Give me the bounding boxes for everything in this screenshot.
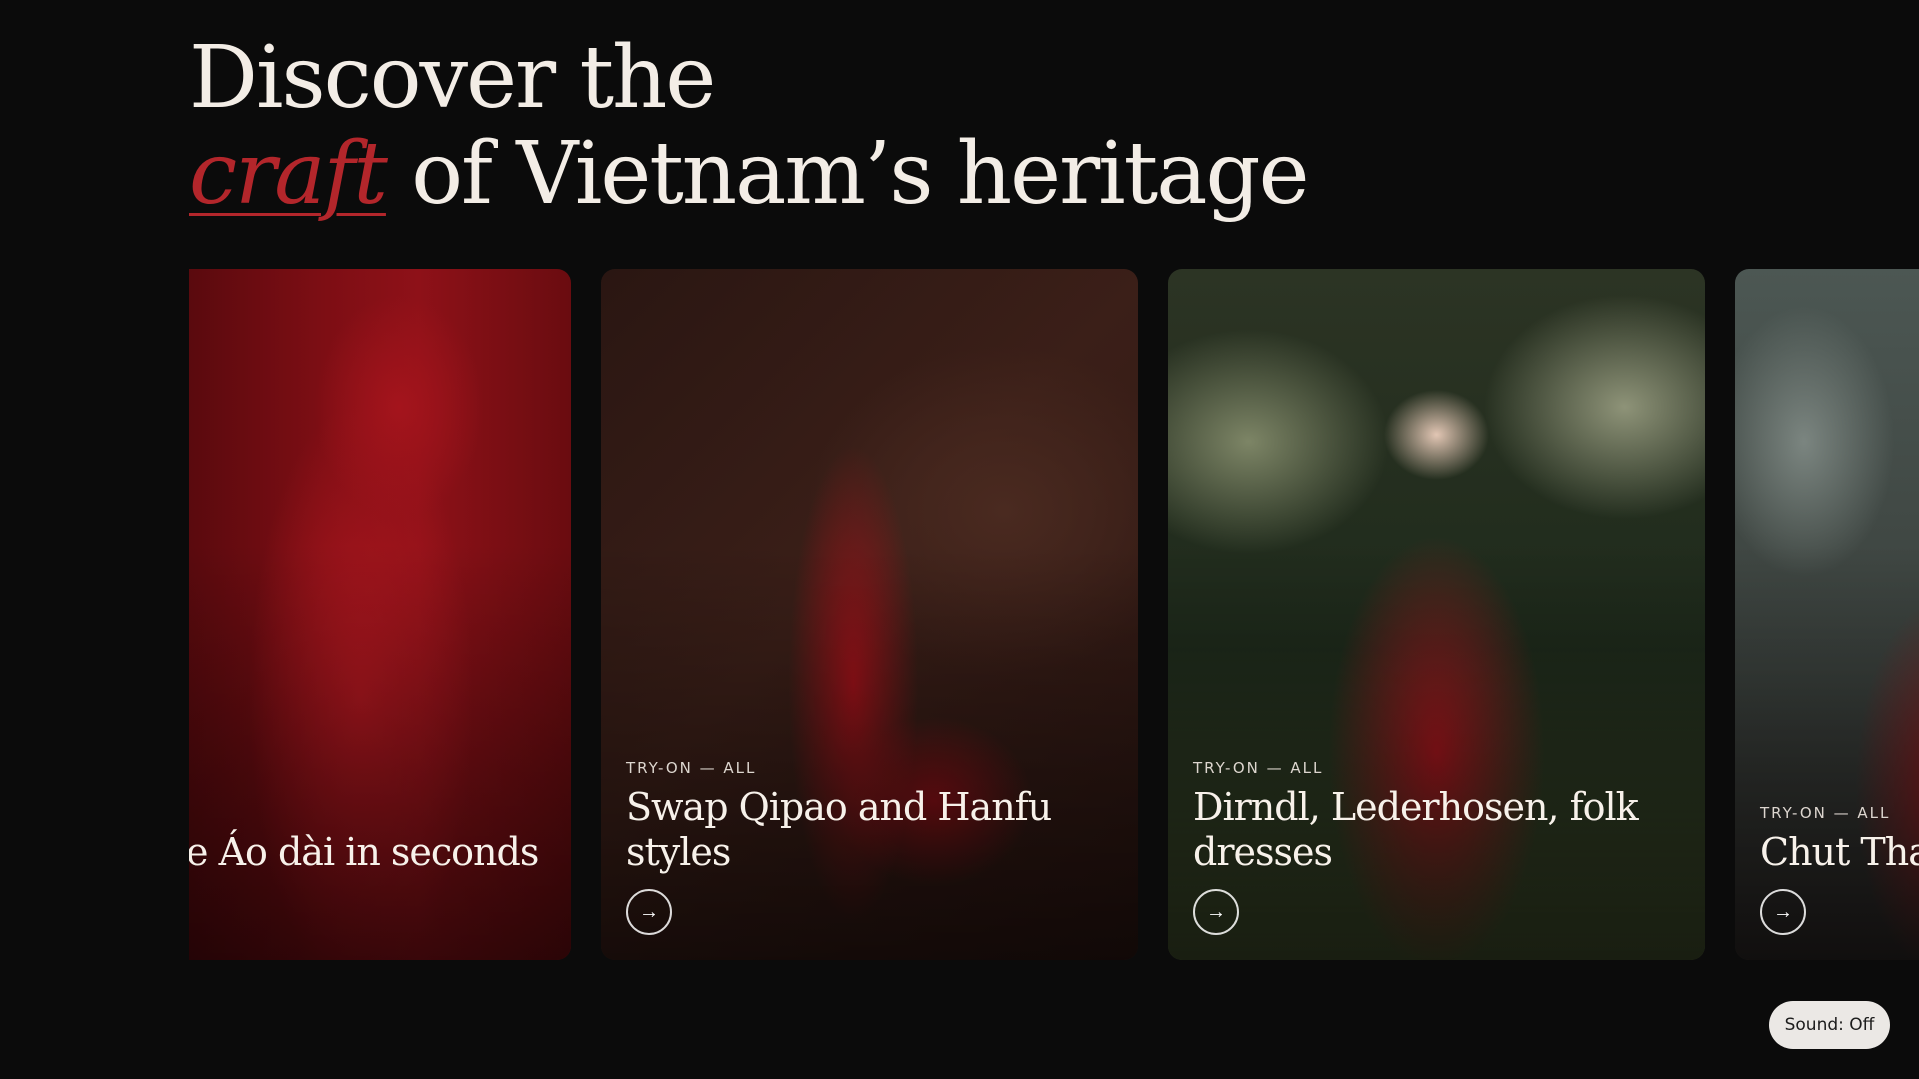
arrow-right-icon[interactable]: → [626, 889, 672, 935]
card-eyebrow: TRY-ON — ALL [626, 759, 757, 777]
headline-accent-word: craft [189, 124, 388, 224]
tryon-card-ao-dai[interactable]: e Áo dài in seconds → [189, 269, 571, 960]
card-meta: e Áo dài in seconds → [189, 830, 551, 935]
card-eyebrow: TRY-ON — ALL [1193, 759, 1324, 777]
headline-line-2: craft of Vietnam’s heritage [189, 124, 1309, 224]
tryon-card-chut-thai[interactable]: TRY-ON — ALL Chut Tha → [1735, 269, 1919, 960]
card-eyebrow: TRY-ON — ALL [1760, 804, 1891, 822]
tryon-card-qipao[interactable]: TRY-ON — ALL Swap Qipao and Hanfu styles… [601, 269, 1138, 960]
card-meta: TRY-ON — ALL Dirndl, Lederhosen, folk dr… [1193, 759, 1685, 935]
headline-line-1: Discover the [189, 28, 716, 128]
tryon-card-dirndl[interactable]: TRY-ON — ALL Dirndl, Lederhosen, folk dr… [1168, 269, 1705, 960]
card-meta: TRY-ON — ALL Chut Tha → [1760, 804, 1919, 935]
arrow-right-icon[interactable]: → [1193, 889, 1239, 935]
arrow-right-icon[interactable]: → [1760, 889, 1806, 935]
card-title: e Áo dài in seconds [189, 830, 539, 874]
tryon-carousel[interactable]: e Áo dài in seconds → TRY-ON — ALL Swap … [189, 269, 1919, 960]
card-title: Chut Tha [1760, 830, 1919, 874]
sound-toggle-button[interactable]: Sound: Off [1769, 1001, 1890, 1049]
headline-line-2-rest: of Vietnam’s heritage [385, 124, 1309, 224]
card-title: Swap Qipao and Hanfu styles [626, 785, 1052, 874]
card-meta: TRY-ON — ALL Swap Qipao and Hanfu styles… [626, 759, 1118, 935]
card-title: Dirndl, Lederhosen, folk dresses [1193, 785, 1639, 874]
page-headline: Discover the craft of Vietnam’s heritage [189, 28, 1309, 224]
page: Discover the craft of Vietnam’s heritage… [0, 0, 1919, 1079]
